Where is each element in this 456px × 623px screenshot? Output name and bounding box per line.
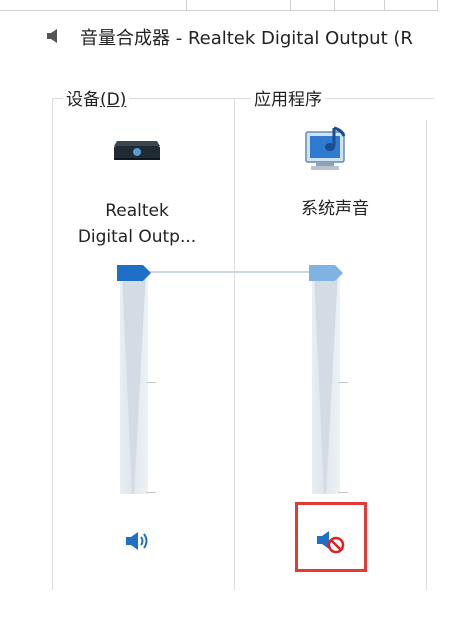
devices-label-mnemonic: (D) — [100, 90, 127, 110]
device-name: Realtek Digital Outp... — [62, 198, 212, 250]
top-toolbar-remnant — [0, 0, 456, 12]
device-name-line2: Digital Outp... — [77, 227, 197, 247]
device-slider-tick — [146, 382, 156, 383]
device-name-line1: Realtek — [105, 201, 169, 221]
mute-highlight-annotation — [295, 502, 367, 572]
app-slider-tick — [338, 382, 348, 383]
system-sounds-icon[interactable] — [300, 126, 356, 178]
apps-panel-border — [426, 120, 427, 590]
devices-panel-border — [52, 98, 53, 590]
speaker-volume-icon[interactable] — [125, 530, 153, 556]
toolbar-divider — [334, 0, 335, 10]
slider-link-line — [146, 271, 316, 273]
app-name: 系统声音 — [301, 199, 369, 219]
window-titlebar: 音量合成器 - Realtek Digital Output (R — [46, 22, 446, 48]
toolbar-edge — [186, 0, 438, 11]
app-slider-tick — [338, 492, 348, 493]
toolbar-divider — [384, 0, 385, 10]
app-slider-wedge — [314, 272, 338, 494]
speaker-device-icon[interactable] — [113, 137, 161, 167]
window-title: 音量合成器 - Realtek Digital Output (R — [80, 28, 413, 48]
devices-label-text: 设备 — [66, 90, 100, 110]
speaker-title-icon — [46, 28, 60, 48]
toolbar-divider — [290, 0, 291, 10]
app-volume-thumb[interactable] — [309, 263, 345, 287]
devices-section-label: 设备(D) — [63, 85, 130, 110]
panel-divider — [234, 98, 235, 590]
toolbar-edge — [0, 0, 186, 11]
device-slider-wedge — [122, 272, 146, 494]
device-slider-tick — [146, 492, 156, 493]
apps-section-label: 应用程序 — [251, 85, 325, 110]
device-volume-thumb[interactable] — [117, 263, 153, 287]
